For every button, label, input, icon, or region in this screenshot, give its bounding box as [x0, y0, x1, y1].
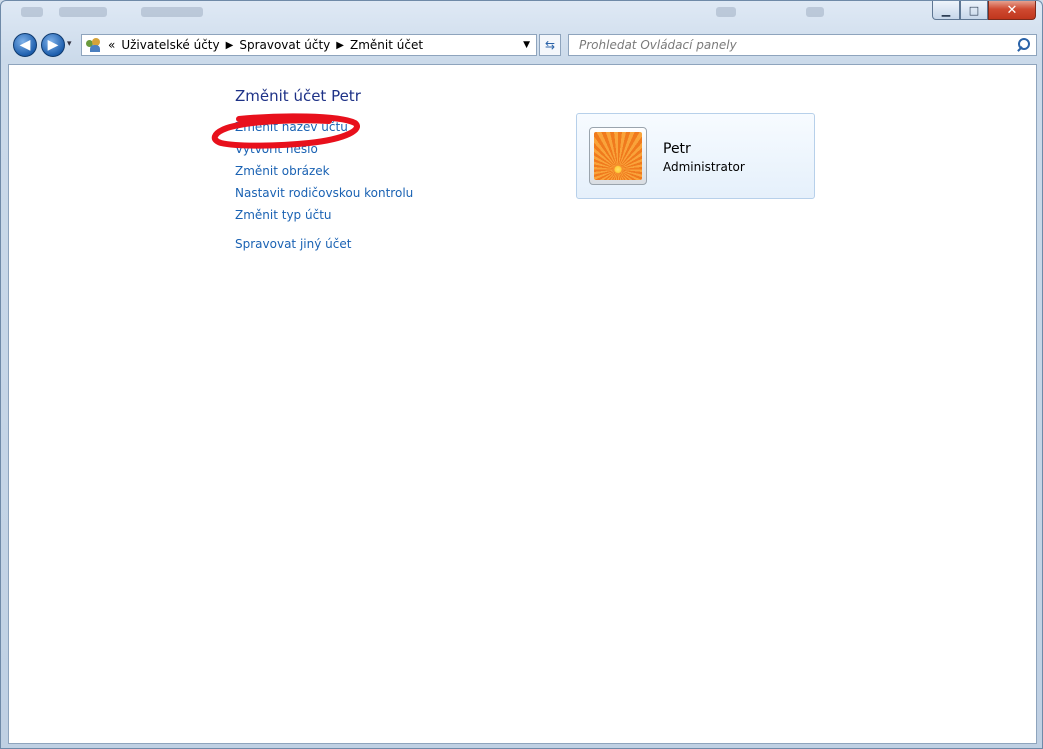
create-password-link[interactable]: Vytvořit heslo [235, 142, 318, 156]
search-box[interactable] [568, 34, 1037, 56]
address-dropdown-icon[interactable]: ▼ [523, 40, 530, 50]
title-bar[interactable]: ▁ □ ✕ [1, 1, 1042, 29]
forward-button[interactable]: ▶ [41, 33, 65, 57]
breadcrumb-overflow-button[interactable]: « [108, 38, 115, 52]
change-picture-link[interactable]: Změnit obrázek [235, 164, 330, 178]
address-bar[interactable]: « Uživatelské účty ▶ Spravovat účty ▶ Zm… [81, 34, 537, 56]
account-name: Petr [663, 141, 691, 157]
minimize-button[interactable]: ▁ [932, 1, 960, 20]
back-arrow-icon: ◀ [19, 37, 31, 53]
navigation-toolbar: ◀ ▶ ▾ « Uživatelské účty ▶ Spravovat účt… [1, 31, 1042, 61]
page-title: Změnit účet Petr [235, 87, 361, 105]
taskbar-ghost [806, 7, 824, 17]
maximize-button[interactable]: □ [960, 1, 988, 20]
search-input[interactable] [577, 35, 1015, 55]
breadcrumb-change-account[interactable]: Změnit účet [350, 38, 423, 52]
taskbar-ghost [716, 7, 736, 17]
change-account-type-link[interactable]: Změnit typ účtu [235, 208, 332, 222]
avatar [589, 127, 647, 185]
window-controls: ▁ □ ✕ [932, 1, 1036, 20]
window: ▁ □ ✕ ◀ ▶ ▾ « Uživatelské účty ▶ Spravov… [0, 0, 1043, 749]
manage-another-account-link[interactable]: Spravovat jiný účet [235, 237, 351, 251]
refresh-button[interactable]: ⇆ [539, 34, 561, 56]
refresh-icon: ⇆ [544, 38, 556, 52]
content-pane: Změnit účet Petr Změnit název účtu Vytvo… [8, 64, 1037, 744]
account-role: Administrator [663, 160, 745, 174]
search-icon[interactable] [1015, 36, 1033, 54]
history-dropdown-icon[interactable]: ▾ [67, 39, 72, 49]
taskbar-ghost [59, 7, 107, 17]
parental-controls-link[interactable]: Nastavit rodičovskou kontrolu [235, 186, 413, 200]
breadcrumb-chevron-icon[interactable]: ▶ [336, 40, 344, 51]
breadcrumb-user-accounts[interactable]: Uživatelské účty [121, 38, 219, 52]
taskbar-ghost [21, 7, 43, 17]
back-button[interactable]: ◀ [13, 33, 37, 57]
flower-picture-icon [594, 132, 642, 180]
taskbar-ghost [141, 7, 203, 17]
users-icon [86, 38, 102, 52]
account-card: Petr Administrator [576, 113, 815, 199]
breadcrumb-manage-accounts[interactable]: Spravovat účty [239, 38, 330, 52]
change-account-name-link[interactable]: Změnit název účtu [235, 120, 348, 134]
breadcrumb-chevron-icon[interactable]: ▶ [226, 40, 234, 51]
close-button[interactable]: ✕ [988, 1, 1036, 20]
forward-arrow-icon: ▶ [47, 37, 59, 53]
